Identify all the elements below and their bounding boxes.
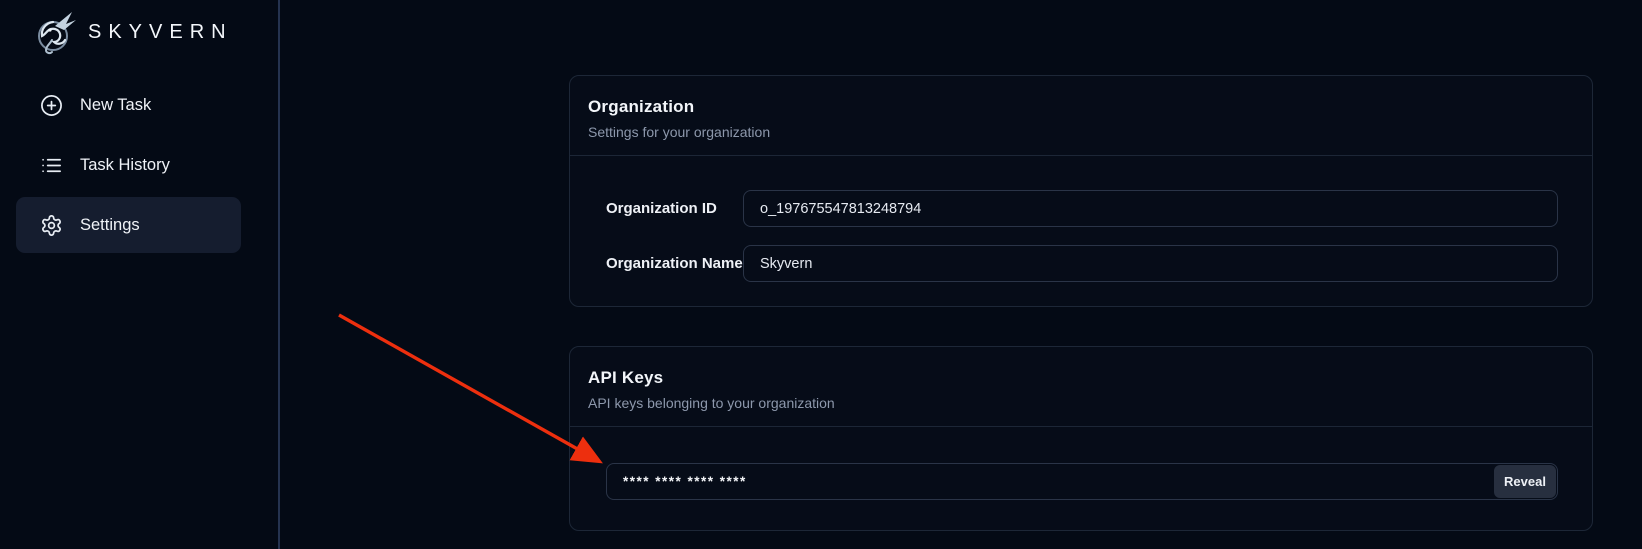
settings-page: Organization Settings for your organizat…	[280, 0, 1642, 549]
brand-logo: SKYVERN	[0, 0, 278, 60]
card-title: API Keys	[588, 368, 1574, 388]
sidebar-item-task-history[interactable]: Task History	[0, 135, 278, 195]
list-icon	[40, 154, 63, 177]
sidebar-item-label: New Task	[80, 96, 151, 115]
card-title: Organization	[588, 97, 1574, 117]
api-key-input[interactable]	[606, 463, 1558, 500]
skyvern-dragon-icon	[28, 6, 80, 58]
organization-card: Organization Settings for your organizat…	[569, 75, 1593, 307]
sidebar: SKYVERN New Task Task History	[0, 0, 280, 549]
plus-circle-icon	[40, 94, 63, 117]
card-subtitle: Settings for your organization	[588, 124, 1574, 140]
organization-card-content: Organization ID Organization Name	[570, 156, 1592, 306]
gear-icon	[40, 214, 63, 237]
sidebar-item-new-task[interactable]: New Task	[0, 75, 278, 135]
api-keys-card: API Keys API keys belonging to your orga…	[569, 346, 1593, 531]
organization-id-input[interactable]	[743, 190, 1558, 227]
api-key-field: Reveal	[606, 463, 1558, 500]
organization-name-input[interactable]	[743, 245, 1558, 282]
sidebar-item-label: Settings	[80, 216, 140, 235]
organization-name-row: Organization Name	[606, 245, 1558, 282]
brand-name: SKYVERN	[88, 21, 233, 44]
sidebar-item-label: Task History	[80, 156, 170, 175]
api-keys-card-content: Reveal	[570, 427, 1592, 530]
reveal-button[interactable]: Reveal	[1494, 465, 1556, 498]
card-subtitle: API keys belonging to your organization	[588, 395, 1574, 411]
organization-card-header: Organization Settings for your organizat…	[570, 76, 1592, 156]
sidebar-item-settings[interactable]: Settings	[16, 197, 241, 253]
api-keys-card-header: API Keys API keys belonging to your orga…	[570, 347, 1592, 427]
organization-id-row: Organization ID	[606, 190, 1558, 227]
organization-name-label: Organization Name	[606, 255, 743, 272]
organization-id-label: Organization ID	[606, 200, 743, 217]
sidebar-nav: New Task Task History Settings	[0, 75, 278, 253]
